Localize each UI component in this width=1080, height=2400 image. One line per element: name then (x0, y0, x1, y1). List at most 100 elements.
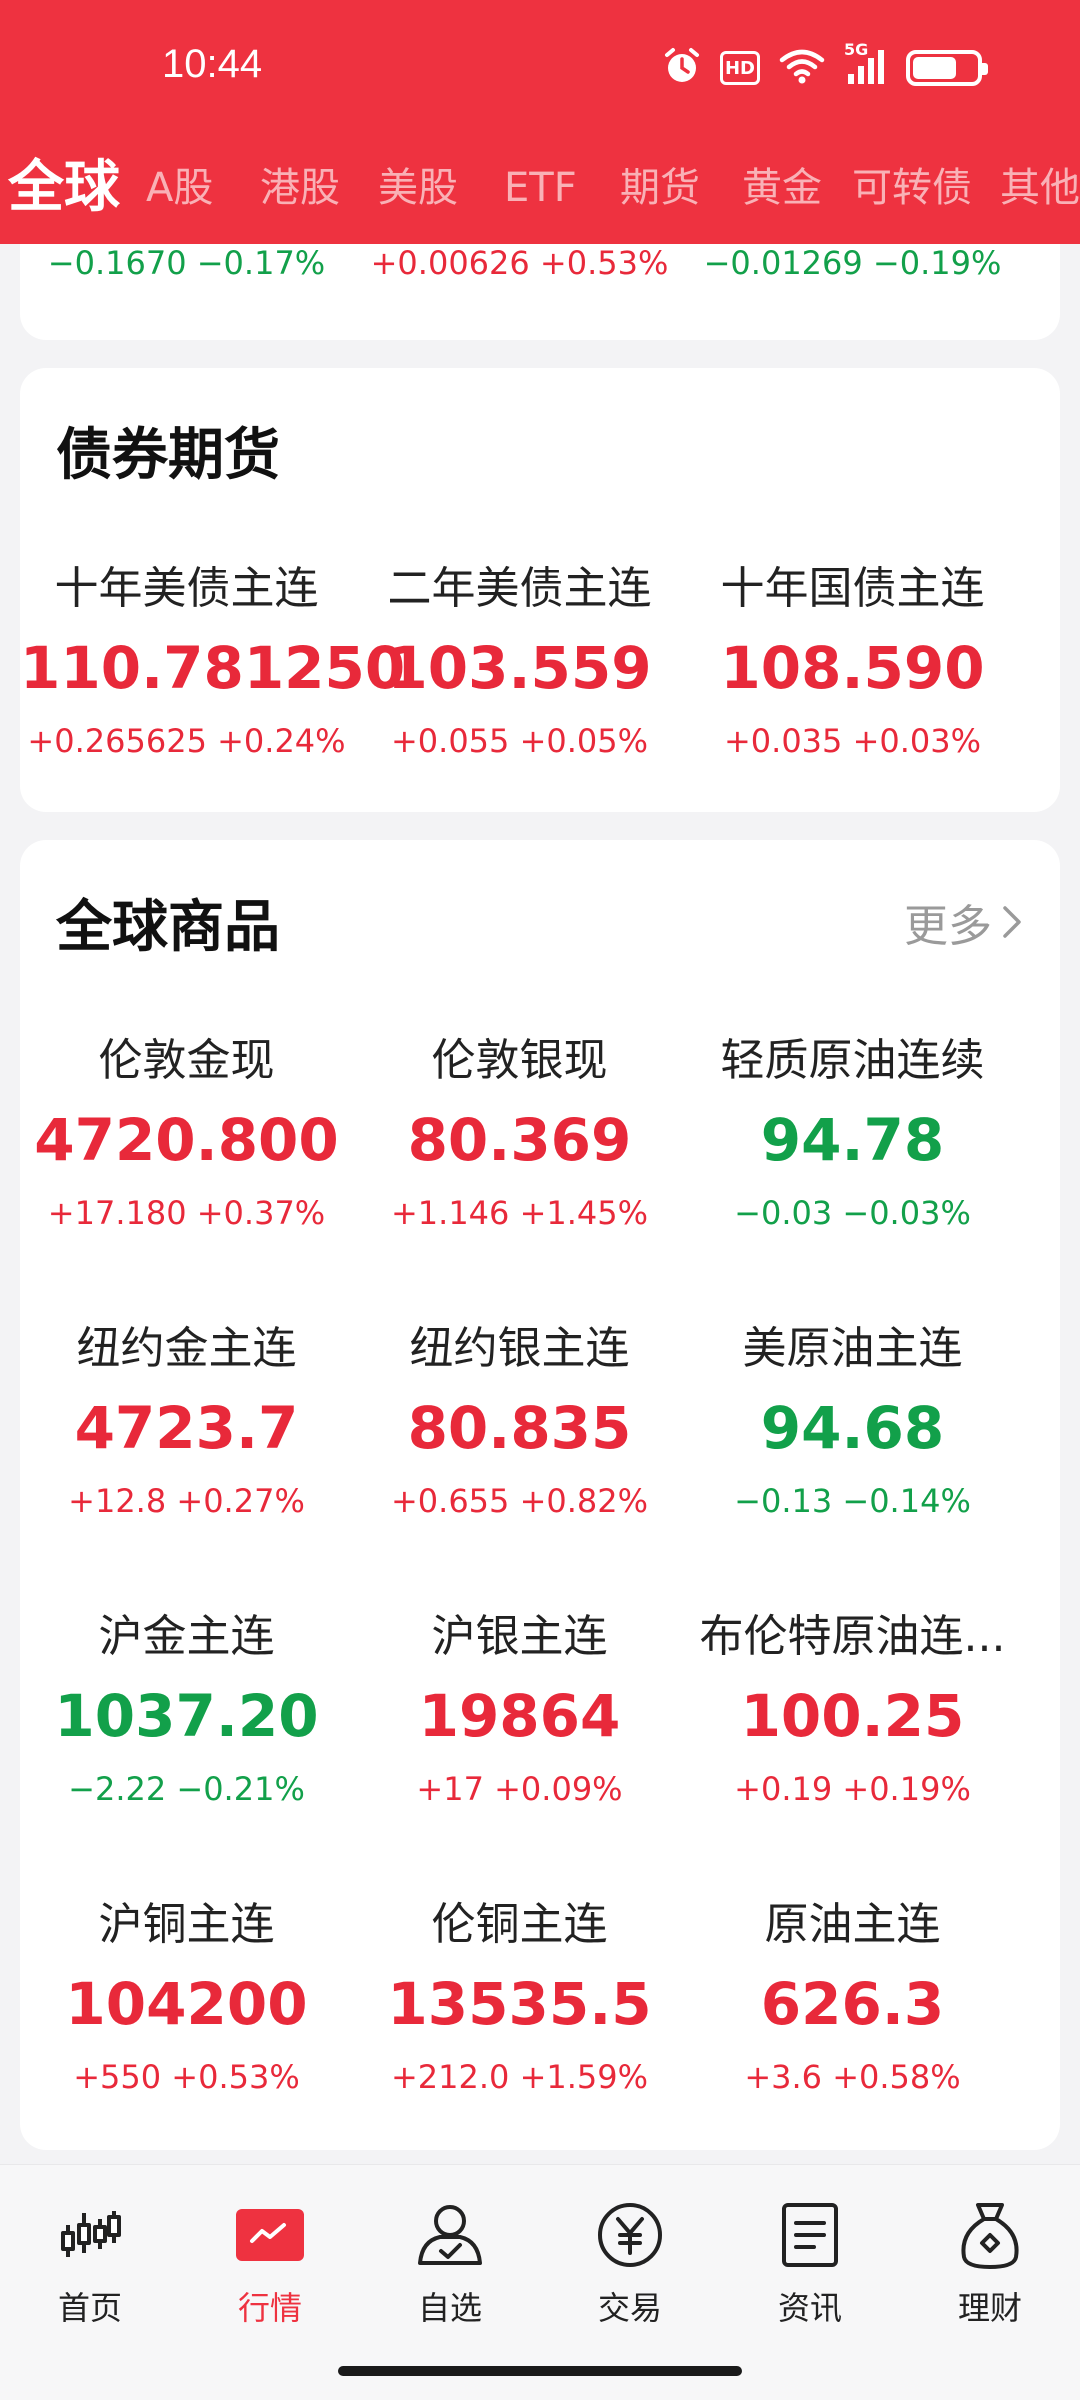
quote-change: +12.8 +0.27% (68, 1482, 305, 1520)
tab-item[interactable]: ETF (504, 148, 577, 228)
quote-price: 80.369 (407, 1106, 632, 1174)
quote-item[interactable]: 纽约金主连 4723.7 +12.8 +0.27% (20, 1312, 353, 1600)
nav-item[interactable]: 行情 (180, 2195, 360, 2329)
more-link[interactable]: 更多 (904, 890, 1024, 954)
quote-item[interactable]: 沪银主连 19864 +17 +0.09% (353, 1600, 686, 1888)
quote-change: −2.22 −0.21% (68, 1770, 305, 1808)
quote-name: 纽约银主连 (409, 1323, 630, 1374)
tab-item[interactable]: A股 (146, 148, 213, 228)
nav-label: 理财 (957, 2289, 1022, 2327)
nav-label: 资讯 (777, 2289, 842, 2327)
app-header: 10:44 HD 5G 全球 A股 港股 美股 ETF 期货 黄金 可转债 其他 (0, 0, 1080, 244)
quote-name: 伦敦金现 (98, 1035, 275, 1086)
money-bag-icon (900, 2195, 1080, 2275)
quote-name: 美原油主连 (742, 1323, 963, 1374)
nav-label: 行情 (237, 2289, 302, 2327)
quote-name: 伦敦银现 (431, 1035, 608, 1086)
quote-change: +3.6 +0.58% (744, 2058, 961, 2096)
tab-item[interactable]: 期货 (620, 148, 700, 228)
quote-change: +0.265625 +0.24% (27, 722, 346, 760)
quote-price: 100.25 (740, 1682, 965, 1750)
quote-item[interactable]: 纽约银主连 80.835 +0.655 +0.82% (353, 1312, 686, 1600)
quote-name: 轻质原油连续 (720, 1035, 985, 1086)
quote-item[interactable]: 布伦特原油连... 100.25 +0.19 +0.19% (686, 1600, 1019, 1888)
tab-item[interactable]: 美股 (378, 148, 458, 228)
quote-price: 19864 (418, 1682, 621, 1750)
section-title: 全球商品 (56, 895, 280, 960)
quote-price: 1037.20 (54, 1682, 319, 1750)
nav-item[interactable]: 自选 (360, 2195, 540, 2329)
quote-item[interactable]: 伦敦银现 80.369 +1.146 +1.45% (353, 1024, 686, 1312)
nav-item[interactable]: 资讯 (720, 2195, 900, 2329)
quote-change: −0.01269 −0.19% (703, 244, 1002, 282)
tab-item[interactable]: 全球 (8, 148, 120, 228)
quote-price: 4723.7 (74, 1394, 299, 1462)
home-indicator (338, 2366, 742, 2376)
bond-futures-grid: 十年美债主连 110.781250 +0.265625 +0.24% 二年美债主连 10… (20, 552, 1060, 772)
market-tabs: 全球 A股 港股 美股 ETF 期货 黄金 可转债 其他 (0, 148, 1080, 228)
quote-price: 103.559 (387, 634, 652, 702)
quote-item[interactable]: 伦铜主连 13535.5 +212.0 +1.59% (353, 1888, 686, 2176)
nav-label: 首页 (57, 2289, 122, 2327)
quote-change: +0.00626 +0.53% (370, 244, 669, 282)
tab-item[interactable]: 可转债 (852, 148, 972, 228)
nav-item[interactable]: 交易 (540, 2195, 720, 2329)
tab-item[interactable]: 港股 (260, 148, 340, 228)
quote-change: +17 +0.09% (416, 1770, 623, 1808)
quote-price: 108.590 (720, 634, 985, 702)
quote-name: 沪铜主连 (98, 1899, 275, 1950)
quote-item[interactable]: 二年美债主连 103.559 +0.055 +0.05% (353, 552, 686, 772)
quote-price: 4720.800 (34, 1106, 339, 1174)
quote-item[interactable]: 沪金主连 1037.20 −2.22 −0.21% (20, 1600, 353, 1888)
quote-name: 伦铜主连 (431, 1899, 608, 1950)
quote-price: 94.78 (760, 1106, 945, 1174)
tab-item[interactable]: 黄金 (742, 148, 822, 228)
more-label: 更多 (904, 901, 992, 952)
partial-row: −0.1670 −0.17% +0.00626 +0.53% −0.01269 −0… (20, 244, 1060, 282)
candlestick-icon (0, 2195, 180, 2275)
quote-price: 80.835 (407, 1394, 632, 1462)
quote-change: +1.146 +1.45% (390, 1194, 649, 1232)
quote-item[interactable]: 原油主连 626.3 +3.6 +0.58% (686, 1888, 1019, 2176)
quote-name: 十年美债主连 (54, 563, 319, 614)
quote-item[interactable]: 轻质原油连续 94.78 −0.03 −0.03% (686, 1024, 1019, 1312)
quote-change: +0.055 +0.05% (390, 722, 649, 760)
quote-item[interactable]: 十年国债主连 108.590 +0.035 +0.03% (686, 552, 1019, 772)
quote-name: 沪金主连 (98, 1611, 275, 1662)
bottom-nav: 首页 行情 自选 交易 资讯 理财 (0, 2164, 1080, 2400)
alarm-icon (662, 46, 702, 90)
quote-name: 二年美债主连 (387, 563, 652, 614)
network-type: 5G (844, 40, 869, 59)
signal-icon: 5G (844, 40, 888, 90)
quote-change: −0.1670 −0.17% (47, 244, 326, 282)
quote-price: 13535.5 (387, 1970, 652, 2038)
tab-item[interactable]: 其他 (1000, 148, 1080, 228)
bond-futures-card: 债券期货 十年美债主连 110.781250 +0.265625 +0.24% 二年美… (20, 368, 1060, 812)
market-chart-icon (180, 2195, 360, 2275)
chevron-right-icon (1000, 902, 1024, 942)
quote-change: −0.13 −0.14% (734, 1482, 971, 1520)
hd-badge: HD (720, 51, 760, 85)
nav-item[interactable]: 理财 (900, 2195, 1080, 2329)
nav-label: 自选 (417, 2289, 482, 2327)
quote-item[interactable]: 十年美债主连 110.781250 +0.265625 +0.24% (20, 552, 406, 772)
nav-item[interactable]: 首页 (0, 2195, 180, 2329)
quote-change: +0.19 +0.19% (734, 1770, 971, 1808)
quote-item[interactable]: 美原油主连 94.68 −0.13 −0.14% (686, 1312, 1019, 1600)
quote-item[interactable]: 伦敦金现 4720.800 +17.180 +0.37% (20, 1024, 353, 1312)
status-bar: 10:44 HD 5G (0, 0, 1080, 140)
user-check-icon (360, 2195, 540, 2275)
quote-change: +17.180 +0.37% (47, 1194, 326, 1232)
quote-price: 104200 (65, 1970, 308, 2038)
quote-price: 110.781250 (20, 634, 406, 702)
quote-change: +0.035 +0.03% (723, 722, 982, 760)
quote-item[interactable]: 沪铜主连 104200 +550 +0.53% (20, 1888, 353, 2176)
quote-name: 原油主连 (764, 1899, 941, 1950)
quote-name: 布伦特原油连... (699, 1611, 1006, 1662)
yen-circle-icon (540, 2195, 720, 2275)
wifi-icon (778, 46, 826, 90)
commodities-grid: 伦敦金现 4720.800 +17.180 +0.37% 伦敦银现 80.369 +1.1… (20, 1024, 1060, 2176)
status-icons: HD 5G (662, 40, 988, 90)
status-time: 10:44 (162, 42, 263, 86)
quote-change: +0.655 +0.82% (390, 1482, 649, 1520)
